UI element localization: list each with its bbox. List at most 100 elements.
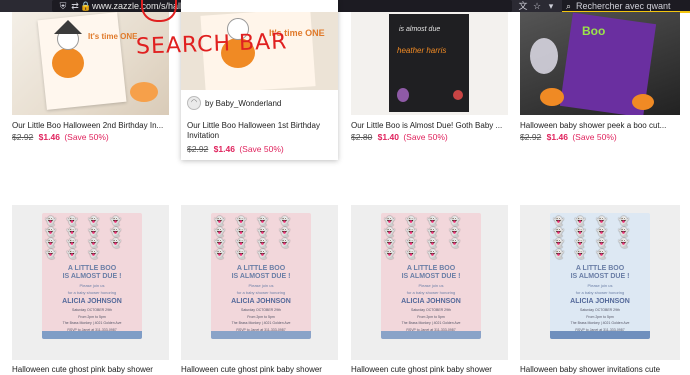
inv-details3: The Brass Monkey | 4021 Golden Ave xyxy=(62,321,122,325)
ghost-pattern: 👻 👻 👻 👻 👻 👻 👻 👻 👻 👻 👻 👻 👻 👻 👻 xyxy=(553,216,634,259)
product-card-2-hovered[interactable]: It's time ONE ◠ by Baby_Wonderland Our L… xyxy=(181,0,338,160)
card3-top-text: is almost due xyxy=(399,26,441,33)
product-title[interactable]: Our Little Boo Halloween 2nd Birthday In… xyxy=(12,121,169,131)
product-thumbnail[interactable]: It's time ONE xyxy=(12,12,169,115)
card3-name: heather harris xyxy=(397,46,447,55)
old-price: $2.92 xyxy=(12,132,34,142)
inv-details3: The Brass Monkey | 4021 Golden Ave xyxy=(231,321,291,325)
inv-details2: From 2pm to 5pm xyxy=(417,314,445,319)
inv-details2: From 2pm to 5pm xyxy=(78,314,106,319)
inv-headline1: A LITTLE BOO xyxy=(67,265,117,272)
inv-details2: From 2pm to 5pm xyxy=(586,314,614,319)
inv-line2: for a baby shower honoring xyxy=(575,290,625,295)
invitation-preview: 👻 👻 👻 👻 👻 👻 👻 👻 👻 👻 👻 👻 👻 👻 👻 A LITTLE BOO … xyxy=(211,213,311,339)
old-price: $2.80 xyxy=(351,132,373,142)
inv-headline1: A LITTLE BOO xyxy=(575,265,625,272)
invitation-text: A LITTLE BOO IS ALMOST DUE ! Please join… xyxy=(42,265,142,339)
ghost-pattern: 👻 👻 👻 👻 👻 👻 👻 👻 👻 👻 👻 👻 👻 👻 👻 xyxy=(214,216,295,259)
product-thumbnail[interactable]: 👻 👻 👻 👻 👻 👻 👻 👻 👻 👻 👻 👻 👻 👻 👻 A LITTLE BOO … xyxy=(12,205,169,360)
invitation-text: A LITTLE BOO IS ALMOST DUE ! Please join… xyxy=(211,265,311,339)
price-row: $2.92 $1.46 (Save 50%) xyxy=(520,132,617,142)
inv-details3: The Brass Monkey | 4021 Golden Ave xyxy=(570,321,630,325)
product-thumbnail[interactable]: Boo xyxy=(520,12,680,115)
bottom-band xyxy=(550,331,650,339)
inv-line1: Please join us xyxy=(248,283,274,288)
product-title[interactable]: Our Little Boo is Almost Due! Goth Baby … xyxy=(351,121,508,131)
inv-name: ALICIA JOHNSON xyxy=(62,298,122,305)
product-title[interactable]: Halloween cute ghost pink baby shower xyxy=(12,365,169,375)
author-row[interactable]: ◠ by Baby_Wonderland xyxy=(187,96,281,110)
inv-details1: Saturday OCTOBER 29th xyxy=(240,308,281,312)
bookmark-star-icon[interactable]: ☆ xyxy=(532,1,542,11)
lock-icon: 🔒 xyxy=(80,1,92,11)
product-title[interactable]: Halloween cute ghost pink baby shower xyxy=(181,365,338,375)
card4-top-text: Boo xyxy=(582,24,606,38)
invitation-preview: 👻 👻 👻 👻 👻 👻 👻 👻 👻 👻 👻 👻 👻 👻 👻 A LITTLE BOO … xyxy=(381,213,481,339)
sale-price: $1.40 xyxy=(377,132,399,142)
invitation-preview: 👻 👻 👻 👻 👻 👻 👻 👻 👻 👻 👻 👻 👻 👻 👻 A LITTLE BOO … xyxy=(42,213,142,339)
sale-price: $1.46 xyxy=(546,132,568,142)
save-percent: (Save 50%) xyxy=(239,144,284,154)
product-card-6[interactable]: 👻 👻 👻 👻 👻 👻 👻 👻 👻 👻 👻 👻 👻 👻 👻 A LITTLE BOO … xyxy=(181,205,338,375)
inv-line2: for a baby shower honoring xyxy=(406,290,456,295)
inv-name: ALICIA JOHNSON xyxy=(570,298,630,305)
sale-price: $1.46 xyxy=(213,144,235,154)
connection-icon: ⇄ xyxy=(71,1,79,11)
product-card-8[interactable]: 👻 👻 👻 👻 👻 👻 👻 👻 👻 👻 👻 👻 👻 👻 👻 A LITTLE BOO … xyxy=(520,205,680,375)
translate-icon[interactable]: 文 xyxy=(518,1,528,11)
inv-details1: Saturday OCTOBER 29th xyxy=(71,308,112,312)
save-percent: (Save 50%) xyxy=(572,132,617,142)
product-thumbnail[interactable]: 👻 👻 👻 👻 👻 👻 👻 👻 👻 👻 👻 👻 👻 👻 👻 A LITTLE BOO … xyxy=(181,205,338,360)
inv-details3: The Brass Monkey | 4021 Golden Ave xyxy=(401,321,461,325)
inv-line2: for a baby shower honoring xyxy=(236,290,286,295)
menu-chevron-icon[interactable]: ▾ xyxy=(546,1,556,11)
product-card-1[interactable]: It's time ONE Our Little Boo Halloween 2… xyxy=(12,12,169,152)
product-card-4[interactable]: Boo Halloween baby shower peek a boo cut… xyxy=(520,12,680,152)
price-row: $2.80 $1.40 (Save 50%) xyxy=(351,132,448,142)
invitation-preview: 👻 👻 👻 👻 👻 👻 👻 👻 👻 👻 👻 👻 👻 👻 👻 A LITTLE BOO … xyxy=(550,213,650,339)
inv-headline1: A LITTLE BOO xyxy=(406,265,456,272)
inv-details1: Saturday OCTOBER 29th xyxy=(410,308,451,312)
product-card-7[interactable]: 👻 👻 👻 👻 👻 👻 👻 👻 👻 👻 👻 👻 👻 👻 👻 A LITTLE BOO … xyxy=(351,205,508,375)
sale-price: $1.46 xyxy=(38,132,60,142)
old-price: $2.92 xyxy=(520,132,542,142)
old-price: $2.92 xyxy=(187,144,209,154)
product-thumbnail[interactable]: 👻 👻 👻 👻 👻 👻 👻 👻 👻 👻 👻 👻 👻 👻 👻 A LITTLE BOO … xyxy=(520,205,680,360)
inv-headline2: IS ALMOST DUE ! xyxy=(570,273,630,280)
product-title[interactable]: Our Little Boo Halloween 1st Birthday In… xyxy=(187,121,332,141)
author-name[interactable]: by Baby_Wonderland xyxy=(205,99,281,108)
invitation-text: A LITTLE BOO IS ALMOST DUE ! Please join… xyxy=(550,265,650,339)
bottom-band xyxy=(211,331,311,339)
product-title[interactable]: Halloween cute ghost pink baby shower xyxy=(351,365,508,375)
ghost-pattern: 👻 👻 👻 👻 👻 👻 👻 👻 👻 👻 👻 👻 👻 👻 👻 xyxy=(384,216,465,259)
search-placeholder: Rechercher avec qwant xyxy=(576,1,671,11)
product-title[interactable]: Halloween baby shower peek a boo cut... xyxy=(520,121,680,131)
shield-icon: ⛨ xyxy=(59,1,67,11)
inv-details1: Saturday OCTOBER 29th xyxy=(579,308,620,312)
inv-details2: From 2pm to 5pm xyxy=(247,314,275,319)
product-thumbnail[interactable]: is almost due heather harris xyxy=(351,12,508,115)
product-card-5[interactable]: 👻 👻 👻 👻 👻 👻 👻 👻 👻 👻 👻 👻 👻 👻 👻 A LITTLE BOO … xyxy=(12,205,169,375)
inv-headline2: IS ALMOST DUE ! xyxy=(401,273,461,280)
product-thumbnail[interactable]: 👻 👻 👻 👻 👻 👻 👻 👻 👻 👻 👻 👻 👻 👻 👻 A LITTLE BOO … xyxy=(351,205,508,360)
inv-headline2: IS ALMOST DUE ! xyxy=(62,273,122,280)
ghost-pattern: 👻 👻 👻 👻 👻 👻 👻 👻 👻 👻 👻 👻 👻 👻 👻 xyxy=(45,216,126,259)
inv-headline1: A LITTLE BOO xyxy=(236,265,286,272)
inv-line2: for a baby shower honoring xyxy=(67,290,117,295)
browser-toolbar: ⛨ ⇄ 🔒 www.zazzle.com/s/halloween+baby+sh… xyxy=(0,0,690,13)
inv-line1: Please join us xyxy=(587,283,613,288)
product-card-3[interactable]: is almost due heather harris Our Little … xyxy=(351,12,508,152)
shop-avatar-icon: ◠ xyxy=(187,96,201,110)
annotation-text: SEARCH BAR xyxy=(135,29,288,60)
scallop-border xyxy=(42,331,142,339)
inv-line1: Please join us xyxy=(418,283,444,288)
product-title[interactable]: Halloween baby shower invitations cute xyxy=(520,365,680,375)
save-percent: (Save 50%) xyxy=(403,132,448,142)
invitation-text: A LITTLE BOO IS ALMOST DUE ! Please join… xyxy=(381,265,481,339)
inv-name: ALICIA JOHNSON xyxy=(401,298,461,305)
card1-top-text: It's time ONE xyxy=(88,32,138,41)
price-row: $2.92 $1.46 (Save 50%) xyxy=(187,144,284,154)
price-row: $2.92 $1.46 (Save 50%) xyxy=(12,132,109,142)
inv-headline2: IS ALMOST DUE ! xyxy=(231,273,291,280)
save-percent: (Save 50%) xyxy=(64,132,109,142)
